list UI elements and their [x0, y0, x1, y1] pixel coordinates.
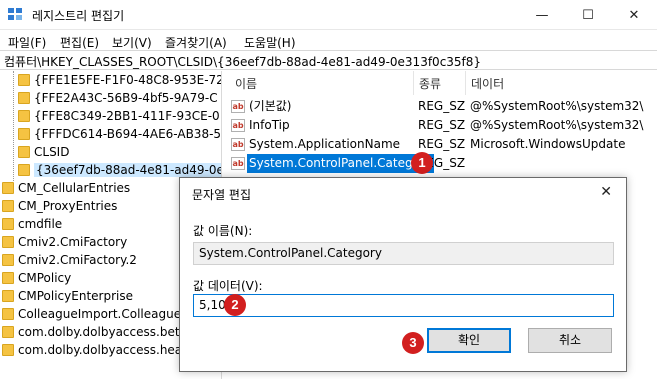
value-type: REG_SZ [418, 99, 466, 113]
folder-icon [2, 218, 14, 230]
string-value-icon: ab [231, 138, 245, 151]
column-header-type[interactable]: 종류 [419, 75, 441, 92]
column-divider[interactable] [465, 71, 466, 95]
folder-icon [18, 146, 30, 158]
title-bar: 레지스트리 편집기 — ☐ ✕ [0, 0, 657, 30]
close-icon: ✕ [628, 7, 640, 23]
menu-file[interactable]: 파일(F) [8, 34, 46, 51]
maximize-button[interactable]: ☐ [565, 0, 611, 30]
value-row-selected[interactable]: ab System.ControlPanel.Category REG_SZ [227, 154, 657, 173]
value-row[interactable]: ab System.ApplicationName REG_SZ Microso… [227, 135, 657, 154]
value-data: @%SystemRoot%\system32\ [470, 118, 644, 132]
string-value-icon: ab [231, 119, 245, 132]
menu-help[interactable]: 도움말(H) [244, 34, 296, 51]
value-name: System.ControlPanel.Category [247, 154, 434, 173]
folder-icon [18, 128, 30, 140]
tree-item[interactable]: Cmiv2.CmiFactory [2, 233, 127, 251]
dialog-title: 문자열 편집 [192, 188, 252, 202]
step-marker-2: 2 [224, 294, 246, 316]
tree-item[interactable]: {FFE2A43C-56B9-4bf5-9A79-C [18, 89, 218, 107]
tree-item[interactable]: ColleagueImport.ColleagueImp [2, 305, 204, 323]
folder-icon [2, 290, 14, 302]
tree-item[interactable]: CM_CellularEntries [2, 179, 130, 197]
column-header-name[interactable]: 이름 [235, 75, 257, 92]
folder-icon [2, 182, 14, 194]
value-name: InfoTip [249, 118, 290, 132]
folder-icon [2, 308, 14, 320]
registry-app-icon [8, 8, 24, 22]
tree-item[interactable]: CLSID [18, 143, 69, 161]
menu-view[interactable]: 보기(V) [112, 34, 152, 51]
tree-item[interactable]: {FFFDC614-B694-4AE6-AB38-5 [18, 125, 221, 143]
value-data-field[interactable]: 5,10 [193, 294, 614, 317]
folder-icon [18, 74, 30, 86]
tree-item[interactable]: {FFE8C349-2BB1-411F-93CE-0 [18, 107, 220, 125]
folder-icon [2, 254, 14, 266]
value-type: REG_SZ [418, 137, 466, 151]
value-data: @%SystemRoot%\system32\ [470, 99, 644, 113]
step-marker-3: 3 [402, 332, 424, 354]
string-value-icon: ab [231, 100, 245, 113]
folder-icon [2, 236, 14, 248]
cancel-button[interactable]: 취소 [528, 328, 612, 353]
tree-item[interactable]: Cmiv2.CmiFactory.2 [2, 251, 137, 269]
maximize-icon: ☐ [582, 7, 594, 23]
column-divider[interactable] [413, 71, 414, 95]
folder-icon [2, 344, 14, 356]
ok-button[interactable]: 확인 [427, 328, 511, 353]
value-name: System.ApplicationName [249, 137, 401, 151]
folder-icon [2, 200, 14, 212]
step-marker-1: 1 [411, 152, 433, 174]
value-row[interactable]: ab InfoTip REG_SZ @%SystemRoot%\system32… [227, 116, 657, 135]
string-value-icon: ab [231, 157, 245, 170]
value-name: (기본값) [249, 99, 292, 113]
value-row[interactable]: ab (기본값) REG_SZ @%SystemRoot%\system32\ [227, 97, 657, 116]
folder-icon [18, 92, 30, 104]
tree-item[interactable]: com.dolby.dolbyaccess.headph [2, 341, 205, 359]
menu-favorites[interactable]: 즐겨찾기(A) [165, 34, 227, 51]
folder-icon [2, 326, 14, 338]
tree-item[interactable]: {FFE1E5FE-F1F0-48C8-953E-72 [18, 71, 221, 89]
tree-item[interactable]: CM_ProxyEntries [2, 197, 117, 215]
tree-connector-line [13, 71, 14, 181]
value-name-label: 값 이름(N): [193, 224, 253, 238]
minimize-icon: — [535, 7, 549, 23]
folder-icon [18, 110, 30, 122]
window-title: 레지스트리 편집기 [32, 9, 125, 23]
dialog-close-icon[interactable]: ✕ [600, 184, 612, 200]
value-type: REG_SZ [418, 118, 466, 132]
close-button[interactable]: ✕ [611, 0, 657, 30]
address-bar[interactable]: 컴퓨터\HKEY_CLASSES_ROOT\CLSID\{36eef7db-88… [0, 50, 657, 70]
tree-item[interactable]: cmdfile [2, 215, 62, 233]
tree-item[interactable]: com.dolby.dolbyaccess.beta [2, 323, 187, 341]
minimize-button[interactable]: — [519, 0, 565, 30]
column-header-data[interactable]: 데이터 [471, 75, 504, 92]
value-name-field: System.ControlPanel.Category [193, 242, 614, 265]
value-data-label: 값 데이터(V): [193, 279, 263, 293]
folder-icon [2, 272, 14, 284]
tree-item[interactable]: CMPolicy [2, 269, 71, 287]
menu-edit[interactable]: 편집(E) [60, 34, 99, 51]
tree-item[interactable]: CMPolicyEnterprise [2, 287, 133, 305]
value-data: Microsoft.WindowsUpdate [470, 137, 626, 151]
folder-icon [18, 164, 30, 176]
menu-bar: 파일(F) 편집(E) 보기(V) 즐겨찾기(A) 도움말(H) [0, 31, 657, 51]
